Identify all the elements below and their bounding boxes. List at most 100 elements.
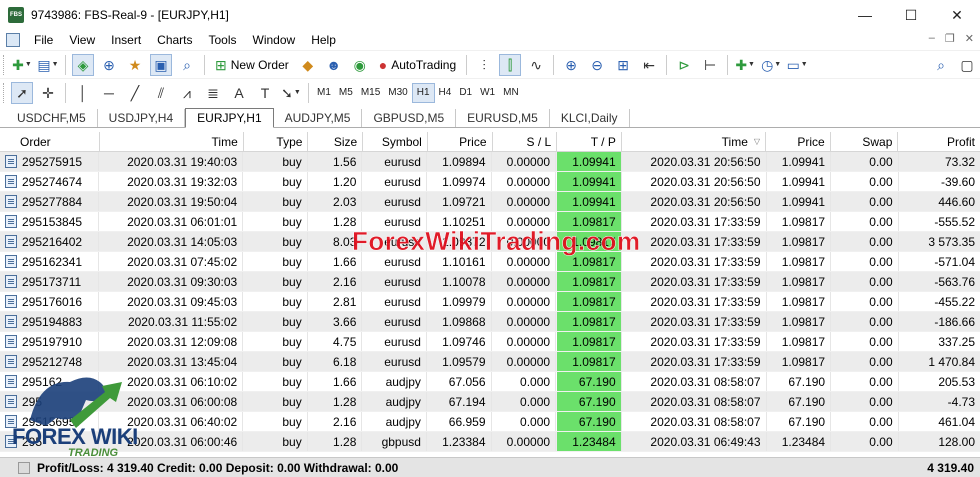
header-symbol[interactable]: Symbol [363,132,428,151]
timeframe-m5[interactable]: M5 [335,83,357,103]
header-profit[interactable]: Profit [898,132,980,151]
search-button[interactable]: ⌕ [930,54,952,76]
horizontal-line-button[interactable]: ─ [98,82,120,104]
cursor-button[interactable]: ➚ [11,81,33,104]
timeframe-w1[interactable]: W1 [476,83,499,103]
table-row[interactable]: 295 2020.03.31 06:00:46 buy 1.28 gbpusd 1.233… [0,432,980,452]
tile-windows-button[interactable]: ⊞ [612,54,634,76]
timeframe-m30[interactable]: M30 [384,83,411,103]
table-row[interactable]: 295274674 2020.03.31 19:32:03 buy 1.20 eurus… [0,172,980,192]
minimize-button[interactable]: — [842,0,888,30]
mdi-restore-button[interactable]: ❐ [945,32,955,45]
autotrading-icon: ● [378,56,388,73]
arrows-button[interactable]: ➘ ▼ [280,82,302,104]
autoscroll-button[interactable]: ⊳ [673,54,695,76]
new-order-button[interactable]: ⊞ New Order [211,54,293,76]
menu-help[interactable]: Help [303,33,344,47]
autotrading-button[interactable]: ● AutoTrading [375,54,460,76]
zoom-out-button[interactable]: ⊖ [586,54,608,76]
timeframe-d1[interactable]: D1 [455,83,476,103]
table-row[interactable]: 295275915 2020.03.31 19:40:03 buy 1.56 eurus… [0,152,980,172]
text-label-button[interactable]: T [254,82,276,104]
menu-view[interactable]: View [61,33,103,47]
text-button[interactable]: A [228,82,250,104]
signals-button[interactable]: ◉ [349,54,371,76]
terminal-button[interactable]: ▣ [150,53,172,76]
table-row[interactable]: 295162 2020.03.31 06:10:02 buy 1.66 audjpy 67… [0,372,980,392]
header-close-time[interactable]: Time ▽ [622,132,767,151]
tab-usdjpy[interactable]: USDJPY,H4 [98,109,186,127]
new-chart-button[interactable]: ✚ ▼ [11,54,33,76]
tab-audjpy[interactable]: AUDJPY,M5 [274,109,363,127]
mdi-minimize-button[interactable]: – [929,32,935,45]
header-time[interactable]: Time [100,132,244,151]
fibonacci-button[interactable]: ≣ [202,82,224,104]
menu-window[interactable]: Window [245,33,304,47]
cell-swap: 0.00 [831,432,899,451]
zoom-in-button[interactable]: ⊕ [560,54,582,76]
indicators-button[interactable]: ✚ ▼ [734,54,756,76]
candlestick-button[interactable]: ⫿ [499,53,522,76]
timeframe-m1[interactable]: M1 [313,83,335,103]
market-watch-button[interactable]: ◈ [72,53,94,76]
menu-insert[interactable]: Insert [103,33,149,47]
header-close-price[interactable]: Price [766,132,831,151]
timeframe-h1[interactable]: H1 [411,82,435,103]
table-row[interactable]: 295194883 2020.03.31 11:55:02 buy 3.66 eurus… [0,312,980,332]
tab-eurjpy[interactable]: EURJPY,H1 [185,108,274,128]
menu-tools[interactable]: Tools [201,33,245,47]
menu-charts[interactable]: Charts [149,33,200,47]
equidistant-channel-button[interactable]: ⫽ [150,82,172,104]
cell-swap: 0.00 [831,292,899,311]
window-title: 9743986: FBS-Real-9 - [EURJPY,H1] [31,8,229,22]
close-button[interactable]: ✕ [934,0,980,30]
navigator-button[interactable]: ★ [124,54,146,76]
community-button[interactable]: ☻ [323,54,345,76]
timeframe-m15[interactable]: M15 [357,83,384,103]
vertical-line-button[interactable]: │ [72,82,94,104]
metaeditor-button[interactable]: ◆ [297,54,319,76]
table-row[interactable]: 295 2020.03.31 06:00:08 buy 1.28 audjpy 67.19… [0,392,980,412]
header-price[interactable]: Price [428,132,493,151]
data-window-button[interactable]: ⊕ [98,54,120,76]
tab-usdchf[interactable]: USDCHF,M5 [6,109,98,127]
header-order[interactable]: Order [0,132,100,151]
table-row[interactable]: 295156957 2020.03.31 06:40:02 buy 2.16 audjp… [0,412,980,432]
table-row[interactable]: 295197910 2020.03.31 12:09:08 buy 4.75 eurus… [0,332,980,352]
maximize-button[interactable]: ☐ [888,0,934,30]
header-size[interactable]: Size [308,132,364,151]
table-row[interactable]: 295212748 2020.03.31 13:45:04 buy 6.18 eurus… [0,352,980,372]
menu-file[interactable]: File [26,33,61,47]
templates-button[interactable]: ▭ ▼ [786,54,808,76]
tab-klci[interactable]: KLCI,Daily [550,109,630,127]
header-type[interactable]: Type [244,132,309,151]
community-icon: ☻ [326,56,342,73]
strategy-tester-button[interactable]: ⌕ [176,54,198,76]
document-icon[interactable] [6,33,20,47]
tab-gbpusd[interactable]: GBPUSD,M5 [362,109,457,127]
cell-symbol: eurusd [362,172,427,191]
cell-close-time: 2020.03.31 17:33:59 [623,332,767,351]
table-row[interactable]: 295176016 2020.03.31 09:45:03 buy 2.81 eurus… [0,292,980,312]
table-row[interactable]: 295277884 2020.03.31 19:50:04 buy 2.03 eurus… [0,192,980,212]
tab-eurusd[interactable]: EURUSD,M5 [456,109,550,127]
trend-line-button[interactable]: ╱ [124,82,146,104]
mdi-close-button[interactable]: ✕ [965,32,974,45]
header-tp[interactable]: T / P [557,132,622,151]
profiles-button[interactable]: ▤ ▼ [37,54,59,76]
bar-chart-button[interactable]: ⫶ [473,54,495,76]
header-swap[interactable]: Swap [831,132,899,151]
chat-button[interactable]: ▢ [956,54,978,76]
line-chart-button[interactable]: ∿ [525,54,547,76]
timeframe-h4[interactable]: H4 [435,83,456,103]
timeframe-mn[interactable]: MN [499,83,523,103]
chart-shift-button[interactable]: ⊢ [699,54,721,76]
table-row[interactable]: 295173711 2020.03.31 09:30:03 buy 2.16 eurus… [0,272,980,292]
crosshair-button[interactable]: ✛ [37,82,59,104]
elliott-wave-button[interactable]: ⩘ [176,82,198,104]
cell-close-time: 2020.03.31 20:56:50 [623,172,767,191]
cell-close-price: 67.190 [767,392,832,411]
scroll-chart-button[interactable]: ⇤ [638,54,660,76]
header-sl[interactable]: S / L [493,132,558,151]
periods-button[interactable]: ◷ ▼ [760,54,782,76]
